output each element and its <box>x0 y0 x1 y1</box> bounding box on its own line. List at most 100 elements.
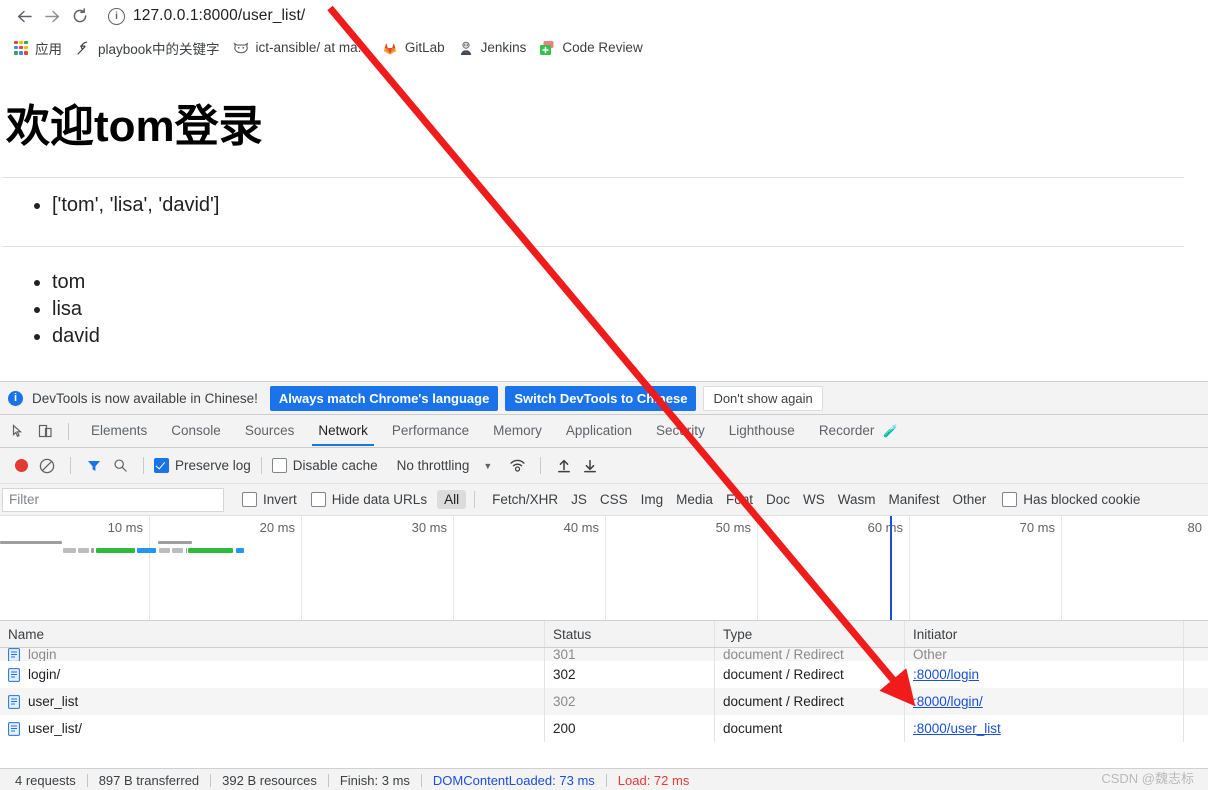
cell-status: 301 <box>545 648 715 661</box>
bookmark-jenkins[interactable]: Jenkins <box>454 38 536 58</box>
table-row[interactable]: user_list/ 200 document :8000/user_list <box>0 715 1208 742</box>
filter-type-ws[interactable]: WS <box>803 492 825 507</box>
list-item: tom <box>52 269 1186 296</box>
filter-type-manifest[interactable]: Manifest <box>888 492 939 507</box>
switch-to-chinese-button[interactable]: Switch DevTools to Chinese <box>505 385 697 411</box>
tab-recorder[interactable]: Recorder 🧪 <box>807 417 910 445</box>
record-button[interactable] <box>8 453 34 479</box>
dom-content-loaded-marker <box>890 516 892 620</box>
bookmark-playbook[interactable]: playbook中的关键字 <box>71 36 229 60</box>
filter-type-other[interactable]: Other <box>953 492 987 507</box>
filter-type-media[interactable]: Media <box>676 492 713 507</box>
tab-console[interactable]: Console <box>159 417 233 445</box>
filter-type-font[interactable]: Font <box>726 492 753 507</box>
preserve-log-label: Preserve log <box>175 458 251 473</box>
timeline-tick: 70 ms <box>1019 520 1055 535</box>
tab-security[interactable]: Security <box>644 417 717 445</box>
divider <box>68 422 69 440</box>
always-match-language-button[interactable]: Always match Chrome's language <box>269 385 499 411</box>
disable-cache-checkbox[interactable] <box>271 458 287 473</box>
filter-input[interactable]: Filter <box>2 487 224 512</box>
forward-icon[interactable] <box>38 2 66 30</box>
filter-type-img[interactable]: Img <box>641 492 664 507</box>
cell-name[interactable]: login <box>0 648 545 661</box>
initiator-link[interactable]: :8000/user_list <box>913 721 1001 736</box>
initiator-link[interactable]: :8000/login/ <box>913 694 983 709</box>
network-controls-row: Preserve log Disable cache No throttling… <box>0 448 1208 484</box>
divider <box>474 491 476 508</box>
network-overview-timeline[interactable]: 10 ms 20 ms 30 ms 40 ms 50 ms 60 ms 70 m… <box>0 516 1208 621</box>
cell-type: document <box>715 715 905 742</box>
throttling-select-value[interactable]: No throttling <box>397 458 470 473</box>
import-har-icon[interactable] <box>551 453 577 479</box>
initiator-link[interactable]: :8000/login <box>913 667 979 682</box>
cell-initiator[interactable]: :8000/user_list <box>905 715 1184 742</box>
timeline-tick: 30 ms <box>411 520 447 535</box>
export-har-icon[interactable] <box>577 453 603 479</box>
filter-type-fetch-xhr[interactable]: Fetch/XHR <box>492 492 558 507</box>
filter-type-css[interactable]: CSS <box>600 492 628 507</box>
url-text[interactable]: 127.0.0.1:8000/user_list/ <box>133 7 305 25</box>
bookmark-code-review[interactable]: Code Review <box>535 38 651 58</box>
document-icon <box>8 667 20 682</box>
column-header-initiator[interactable]: Initiator <box>905 621 1184 647</box>
cell-name[interactable]: user_list <box>0 688 545 715</box>
bookmark-gitlab[interactable]: GitLab <box>378 38 454 58</box>
feather-pen-icon <box>75 40 91 56</box>
apps-grid-icon <box>14 40 28 55</box>
preserve-log-checkbox[interactable] <box>154 458 169 473</box>
clear-button[interactable] <box>34 453 60 479</box>
device-toolbar-icon[interactable] <box>32 418 58 444</box>
cell-name[interactable]: user_list/ <box>0 715 545 742</box>
waterfall-segment <box>91 548 94 553</box>
filter-toggle-icon[interactable] <box>81 453 107 479</box>
divider <box>260 457 262 474</box>
invert-checkbox[interactable] <box>242 492 257 507</box>
tab-recorder-label: Recorder <box>818 423 875 438</box>
site-info-icon[interactable]: i <box>108 7 125 25</box>
bookmark-label: playbook中的关键字 <box>98 41 220 57</box>
tab-sources[interactable]: Sources <box>233 417 307 445</box>
column-header-type[interactable]: Type <box>715 621 905 647</box>
wifi-throttle-icon[interactable] <box>504 453 530 479</box>
filter-type-doc[interactable]: Doc <box>766 492 790 507</box>
omnibox-row: i 127.0.0.1:8000/user_list/ <box>0 0 1186 32</box>
bookmark-ict-ansible[interactable]: ict-ansible/ at ma... <box>229 38 378 58</box>
filter-type-js[interactable]: JS <box>571 492 587 507</box>
cell-initiator: Other <box>905 648 1184 661</box>
tab-network[interactable]: Network <box>306 417 380 446</box>
timeline-tick: 80 <box>1187 520 1202 535</box>
tab-elements[interactable]: Elements <box>79 417 159 445</box>
cell-name[interactable]: login/ <box>0 661 545 688</box>
reload-icon[interactable] <box>66 2 94 30</box>
cell-status: 302 <box>545 688 715 715</box>
cell-initiator[interactable]: :8000/login/ <box>905 688 1184 715</box>
column-header-overflow <box>1184 621 1208 647</box>
bookmark-label: ict-ansible/ at ma... <box>255 40 369 55</box>
tab-memory[interactable]: Memory <box>481 417 554 445</box>
has-blocked-cookies-checkbox[interactable] <box>1002 492 1018 507</box>
search-icon[interactable] <box>107 453 133 479</box>
dont-show-again-button[interactable]: Don't show again <box>703 385 823 411</box>
tab-lighthouse[interactable]: Lighthouse <box>717 417 807 445</box>
table-row[interactable]: user_list 302 document / Redirect :8000/… <box>0 688 1208 715</box>
tab-application[interactable]: Application <box>554 417 644 445</box>
column-header-status[interactable]: Status <box>545 621 715 647</box>
info-icon: i <box>8 390 23 406</box>
chevron-down-icon[interactable]: ▼ <box>483 461 492 471</box>
hide-data-urls-checkbox[interactable] <box>310 492 326 507</box>
divider <box>143 457 144 474</box>
filter-type-all[interactable]: All <box>437 490 467 509</box>
filter-type-wasm[interactable]: Wasm <box>838 492 876 507</box>
column-header-name[interactable]: Name <box>0 621 545 647</box>
table-row[interactable]: login/ 302 document / Redirect :8000/log… <box>0 661 1208 688</box>
omnibox[interactable]: i 127.0.0.1:8000/user_list/ <box>108 3 1186 29</box>
bookmark-apps[interactable]: 应用 <box>10 36 71 60</box>
timeline-tick: 40 ms <box>563 520 599 535</box>
back-icon[interactable] <box>10 2 38 30</box>
tab-performance[interactable]: Performance <box>380 417 481 445</box>
inspect-element-icon[interactable] <box>6 418 32 444</box>
table-row[interactable]: login 301 document / Redirect Other <box>0 648 1208 661</box>
gerrit-code-review-icon <box>539 40 555 56</box>
cell-initiator[interactable]: :8000/login <box>905 661 1184 688</box>
